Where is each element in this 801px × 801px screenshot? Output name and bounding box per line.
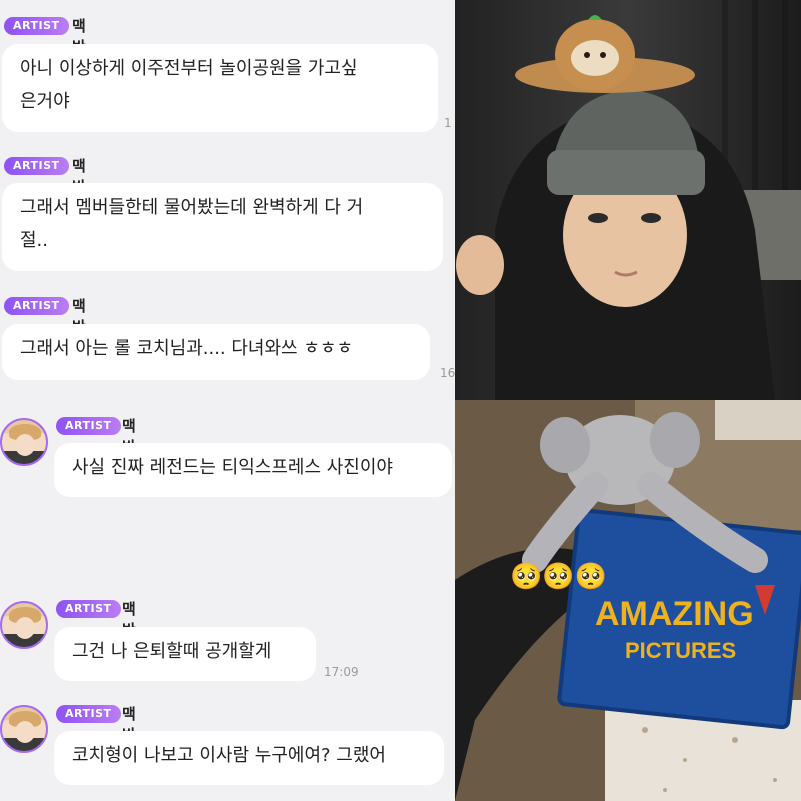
photo-selfie[interactable] [455,0,801,400]
message-text-line: 은거야 [20,91,70,112]
emoji-sticker: 🥺🥺🥺 [510,562,607,592]
message-time: 16 [440,366,455,380]
message-bubble[interactable]: 아니 이상하게 이주전부터 놀이공원을 가고싶 은거야 [2,44,438,132]
message-text-line: 절.. [20,230,49,251]
avatar-face [15,434,35,456]
sign-text-line1: AMAZING [595,595,754,633]
avatar-face [15,721,35,743]
message-text-line: 그건 나 은퇴할때 공개할게 [72,641,272,662]
artist-badge: ARTIST [56,705,121,723]
message-bubble[interactable]: 그건 나 은퇴할때 공개할게 [54,627,316,681]
avatar-face [15,617,35,639]
message-text-line: 사실 진짜 레전드는 티익스프레스 사진이야 [72,457,393,478]
photo-plush-sign[interactable]: AMAZING PICTURES 🥺🥺🥺 [455,400,801,801]
avatar[interactable] [0,601,48,649]
sign-text-line2: PICTURES [625,638,736,663]
message-bubble[interactable]: 그래서 아는 롤 코치님과.... 다녀와쓰 ㅎㅎㅎ [2,324,430,380]
artist-badge: ARTIST [56,417,121,435]
message-time: 17:09 [324,665,359,679]
message-bubble[interactable]: 그래서 멤버들한테 물어봤는데 완벽하게 다 거 절.. [2,183,443,271]
artist-badge: ARTIST [4,17,69,35]
artist-badge: ARTIST [56,600,121,618]
message-text-line: 코치형이 나보고 이사람 누구에여? 그랬어 [72,745,386,766]
message-bubble[interactable]: 사실 진짜 레전드는 티익스프레스 사진이야 [54,443,452,497]
message-text-line: 아니 이상하게 이주전부터 놀이공원을 가고싶 [20,58,358,79]
avatar[interactable] [0,418,48,466]
selfie-image [455,0,801,400]
chat-panel: ARTIST 맥반석 아니 이상하게 이주전부터 놀이공원을 가고싶 은거야 1… [0,0,455,801]
message-text-line: 그래서 아는 롤 코치님과.... 다녀와쓰 ㅎㅎㅎ [20,338,354,359]
message-text-line: 그래서 멤버들한테 물어봤는데 완벽하게 다 거 [20,197,364,218]
avatar[interactable] [0,705,48,753]
message-bubble[interactable]: 코치형이 나보고 이사람 누구에여? 그랬어 [54,731,444,785]
photo-column: AMAZING PICTURES 🥺🥺🥺 [455,0,801,801]
plush-sign-image: AMAZING PICTURES 🥺🥺🥺 [455,400,801,801]
artist-badge: ARTIST [4,157,69,175]
artist-badge: ARTIST [4,297,69,315]
message-time: 1 [444,116,452,130]
